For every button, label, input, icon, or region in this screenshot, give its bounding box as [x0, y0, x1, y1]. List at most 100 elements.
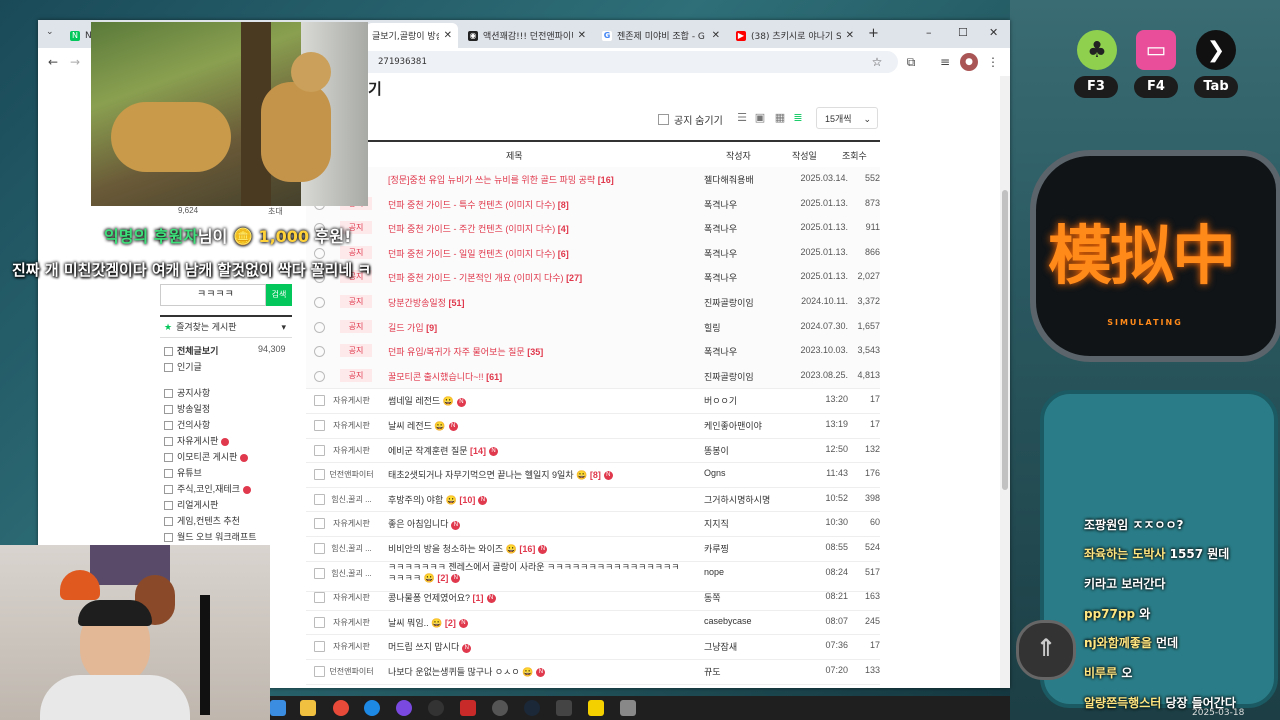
- row-title[interactable]: 에비군 작계훈련 질문 [14] N: [388, 444, 698, 457]
- sidebar-board-item[interactable]: 게임,컨텐츠 추천: [164, 514, 240, 527]
- table-row[interactable]: 자유게시판 날씨 뭐임.. 😀 [2] Ncasebycase 08:07 245: [306, 610, 880, 636]
- table-row[interactable]: 공지 던파 중천 가이드 - 기본적인 개요 (이미지 다수) [27] 폭격나우 2…: [306, 265, 880, 291]
- comment-count[interactable]: [8]: [590, 470, 601, 480]
- comment-count[interactable]: [2]: [445, 618, 456, 628]
- row-title[interactable]: 던파 중천 가이드 - 일일 컨텐츠 (이미지 다수) [6]: [388, 247, 698, 260]
- sidebar-board-item[interactable]: 자유게시판: [164, 434, 230, 447]
- favorite-boards-header[interactable]: ★ 즐겨찾는 게시판 ▾: [160, 315, 292, 338]
- row-category[interactable]: 자유게시판: [324, 518, 379, 529]
- scrollbar-thumb[interactable]: [1002, 190, 1008, 490]
- row-checkbox[interactable]: [314, 247, 325, 259]
- comment-count[interactable]: [16]: [598, 175, 614, 185]
- comment-count[interactable]: [61]: [486, 372, 502, 382]
- comment-count[interactable]: [1]: [473, 593, 484, 603]
- row-category[interactable]: 힘신,꿀괴 ...: [324, 568, 379, 579]
- table-row[interactable]: 공지 던파 중천 가이드 - 일일 컨텐츠 (이미지 다수) [6] 폭격나우 202…: [306, 240, 880, 267]
- row-checkbox[interactable]: [314, 346, 325, 358]
- row-author[interactable]: 동쪽: [704, 591, 784, 604]
- row-title[interactable]: 던파 중천 가이드 - 특수 컨텐츠 (이미지 다수) [8]: [388, 198, 698, 211]
- row-title[interactable]: [정문]중천 유입 뉴비가 쓰는 뉴비를 위한 골드 파밍 공략 [16]: [388, 173, 698, 186]
- table-row[interactable]: 공지 던파 유입/복귀가 자주 물어보는 질문 [35] 폭격나우 2023.10.0…: [306, 339, 880, 365]
- extensions-icon[interactable]: ⧉: [902, 53, 920, 71]
- row-category[interactable]: 자유게시판: [324, 592, 379, 603]
- row-author[interactable]: 그거하시명하시명: [704, 493, 784, 506]
- tab-close-icon[interactable]: ✕: [712, 30, 720, 41]
- discord-icon[interactable]: [396, 700, 412, 716]
- row-author[interactable]: Ogns: [704, 468, 784, 478]
- comment-count[interactable]: [16]: [519, 544, 535, 554]
- tv-icon[interactable]: ▭: [1136, 30, 1176, 70]
- row-title[interactable]: 머드립 쓰지 맙시다 N: [388, 640, 698, 653]
- row-title[interactable]: 당분간방송일정 [51]: [388, 296, 698, 309]
- row-author[interactable]: 폭격나우: [704, 222, 784, 235]
- compact-view-icon[interactable]: ≣: [792, 112, 804, 124]
- tab-search-icon[interactable]: ⌄: [46, 27, 54, 37]
- row-title[interactable]: 던파 중천 가이드 - 주간 컨텐츠 (이미지 다수) [4]: [388, 222, 698, 235]
- row-author[interactable]: 폭격나우: [704, 345, 784, 358]
- row-author[interactable]: 똥봉이: [704, 444, 784, 457]
- row-category[interactable]: 자유게시판: [324, 395, 379, 406]
- tab-cafe-post[interactable]: 글보기,골랑이 방송 ✕: [366, 23, 458, 48]
- menu-kebab-icon[interactable]: ⋮: [984, 53, 1002, 71]
- sidebar-board-item[interactable]: 방송일정: [164, 402, 210, 415]
- back-icon[interactable]: ←: [44, 53, 62, 71]
- edge-icon[interactable]: [364, 700, 380, 716]
- comment-count[interactable]: [2]: [437, 573, 448, 583]
- sidebar-board-item[interactable]: 건의사항: [164, 418, 210, 431]
- row-author[interactable]: 젤다해줘용배: [704, 173, 784, 186]
- table-row[interactable]: 던전앤파이터 태초2샛되거나 자무기먹으면 끝나는 헬일지 9일차 😀 [8] N O…: [306, 462, 880, 488]
- row-category[interactable]: 자유게시판: [324, 445, 379, 456]
- table-row[interactable]: 던전앤파이터 나보다 운없는생퀴들 많구나 ㅇㅅㅇ 😀 N 뀨도 07:20 133: [306, 659, 880, 685]
- table-row[interactable]: 공지 당분간방송일정 [51] 진짜골랑이임 2024.10.11. 3,372: [306, 290, 880, 316]
- row-category[interactable]: 자유게시판: [324, 641, 379, 652]
- comment-count[interactable]: [8]: [558, 200, 569, 210]
- table-row[interactable]: 힘신,꿀괴 ... 후방주의) 야함 😀 [10] N 그거하시명하시명 10:52 39…: [306, 487, 880, 513]
- taskbar-app-icon[interactable]: [270, 700, 286, 716]
- row-title[interactable]: 좋은 아침입니다 N: [388, 517, 698, 530]
- row-checkbox[interactable]: [314, 370, 325, 382]
- comment-count[interactable]: [6]: [558, 249, 569, 259]
- row-checkbox[interactable]: [314, 321, 325, 333]
- row-category[interactable]: 자유게시판: [324, 617, 379, 628]
- sidebar-board-item[interactable]: 이모티콘 게시판: [164, 450, 249, 463]
- chrome-icon[interactable]: [333, 700, 349, 716]
- game-launcher-icon[interactable]: [460, 700, 476, 716]
- sidebar-board-item[interactable]: 월드 오브 워크래프트: [164, 530, 257, 543]
- row-title[interactable]: ㅋㅋㅋㅋㅋㅋㅋ 젠레스에서 골랑이 사라운 ㅋㅋㅋㅋㅋㅋㅋㅋㅋㅋㅋㅋㅋㅋㅋㅋ ㅋㅋ…: [388, 562, 698, 584]
- tab-close-icon[interactable]: ✕: [846, 30, 854, 41]
- cafe-search-input[interactable]: ㅋㅋㅋㅋ: [160, 284, 266, 306]
- obs-icon[interactable]: [428, 700, 444, 716]
- cafe-search-button[interactable]: 검색: [266, 284, 292, 306]
- comment-count[interactable]: [10]: [459, 495, 475, 505]
- table-row[interactable]: 자유게시판 에비군 작계훈련 질문 [14] N 똥봉이 12:50 132: [306, 438, 880, 464]
- forward-icon[interactable]: →: [66, 53, 84, 71]
- row-checkbox[interactable]: [314, 297, 325, 308]
- table-row[interactable]: 자유게시판 좋은 아침입니다 N 지지직 10:30 60: [306, 511, 880, 537]
- comment-count[interactable]: [51]: [448, 298, 464, 308]
- profile-avatar[interactable]: ●: [960, 53, 978, 71]
- row-author[interactable]: 그냥잠새: [704, 640, 784, 653]
- tab-youtube[interactable]: ▶ (38) 츠키시로 야나기 S ✕: [730, 23, 860, 48]
- row-author[interactable]: casebycase: [704, 616, 784, 626]
- table-row[interactable]: 자유게시판 콩나물퐁 언제였어요? [1] N 동쪽 08:21 163: [306, 585, 880, 611]
- new-tab-button[interactable]: +: [868, 26, 879, 41]
- row-category[interactable]: 던전앤파이터: [324, 666, 379, 677]
- table-row[interactable]: 자유게시판 날씨 레전드 😀 N 케인좋아맨이야 13:19 17: [306, 413, 880, 439]
- row-category[interactable]: 던전앤파이터: [324, 469, 379, 480]
- per-page-select[interactable]: 15개씩 ⌄: [816, 107, 878, 129]
- comment-count[interactable]: [27]: [566, 273, 582, 283]
- folder-icon[interactable]: [300, 700, 316, 716]
- list-view-icon[interactable]: ☰: [736, 112, 748, 124]
- row-category[interactable]: 힘신,꿀괴 ...: [324, 543, 379, 554]
- comment-count[interactable]: [9]: [426, 323, 437, 333]
- tab-close-icon[interactable]: ✕: [578, 30, 586, 41]
- row-title[interactable]: 태초2샛되거나 자무기먹으면 끝나는 헬일지 9일차 😀 [8] N: [388, 468, 698, 481]
- row-author[interactable]: 버ㅇㅇ기: [704, 394, 784, 407]
- row-title[interactable]: 꿀모티콘 출시했습니다~!! [61]: [388, 370, 698, 383]
- media-icon[interactable]: ≡: [936, 53, 954, 71]
- row-title[interactable]: 길드 가입 [9]: [388, 321, 698, 334]
- sidebar-board-item[interactable]: 주식,코인,재테크: [164, 482, 251, 495]
- sidebar-board-item[interactable]: 리얼게시판: [164, 498, 218, 511]
- row-title[interactable]: 던파 중천 가이드 - 기본적인 개요 (이미지 다수) [27]: [388, 271, 698, 284]
- row-title[interactable]: 비비안의 방을 청소하는 와이즈 😀 [16] N: [388, 542, 698, 555]
